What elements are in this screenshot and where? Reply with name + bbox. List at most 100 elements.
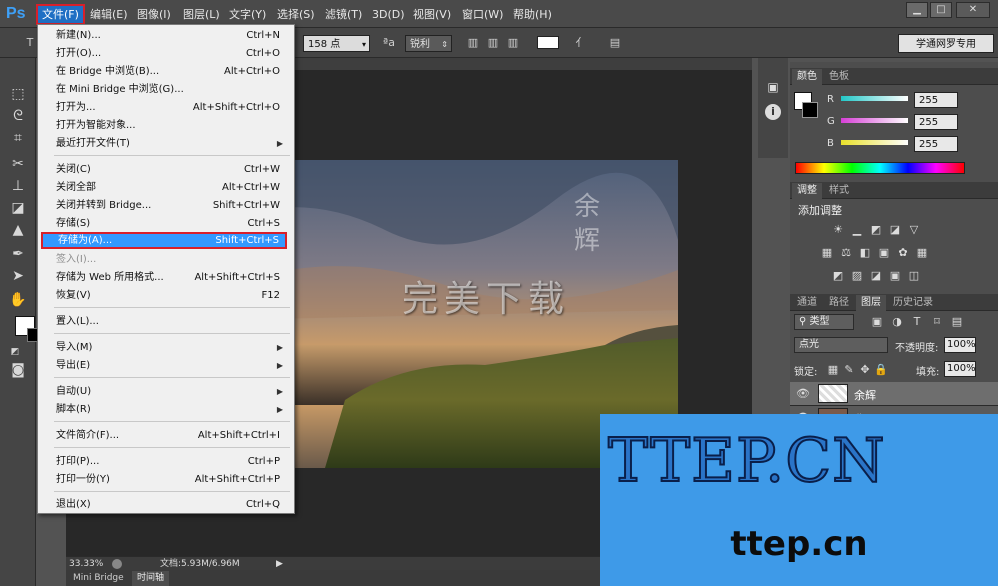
quick-mask-icon[interactable]: ◙	[6, 360, 30, 380]
invert-icon[interactable]: ◩	[831, 270, 845, 282]
status-info-icon[interactable]	[112, 559, 122, 569]
brightness-icon[interactable]: ☀	[831, 224, 845, 236]
filter-pixel-icon[interactable]: ▣	[870, 316, 884, 328]
status-arrow-icon[interactable]: ▶	[276, 557, 283, 571]
menu-exit[interactable]: 退出(X) Ctrl+Q	[56, 496, 288, 513]
menu-print-one[interactable]: 打印一份(Y) Alt+Shift+Ctrl+P	[56, 471, 288, 488]
menu-import[interactable]: 导入(M) ▶	[56, 339, 288, 356]
align-left-icon[interactable]: ▥	[465, 36, 481, 50]
tab-paths[interactable]: 路径	[824, 295, 854, 311]
menu-open[interactable]: 打开(O)... Ctrl+O	[56, 45, 288, 62]
character-panel-icon[interactable]: ▤	[607, 36, 623, 50]
menu-select[interactable]: 选择(S)	[273, 6, 319, 24]
minimize-button[interactable]: ▁	[906, 2, 928, 18]
lock-position-icon[interactable]: ✥	[858, 364, 872, 376]
tab-adjustments[interactable]: 调整	[792, 183, 822, 199]
tab-history[interactable]: 历史记录	[888, 295, 938, 311]
maximize-button[interactable]: □	[930, 2, 952, 18]
menu-print[interactable]: 打印(P)... Ctrl+P	[56, 453, 288, 470]
filter-smart-icon[interactable]: ▤	[950, 316, 964, 328]
exposure-icon[interactable]: ◪	[888, 224, 902, 236]
color-panel-background[interactable]	[802, 102, 818, 118]
filter-adjustment-icon[interactable]: ◑	[890, 316, 904, 328]
opacity-field[interactable]: 100%	[944, 337, 976, 353]
menu-open-smart-object[interactable]: 打开为智能对象...	[56, 117, 288, 134]
menu-layer[interactable]: 图层(L)	[179, 6, 224, 24]
filter-type-icon[interactable]: T	[910, 316, 924, 328]
eye-icon[interactable]: 👁	[796, 387, 810, 400]
blend-mode-select[interactable]: 点光	[794, 337, 888, 353]
posterize-icon[interactable]: ▨	[850, 270, 864, 282]
menu-recent-files[interactable]: 最近打开文件(T) ▶	[56, 135, 288, 152]
menu-3d[interactable]: 3D(D)	[368, 6, 409, 24]
channel-r-value[interactable]: 255	[914, 92, 958, 108]
tab-layers[interactable]: 图层	[856, 295, 886, 311]
menu-new[interactable]: 新建(N)... Ctrl+N	[56, 27, 288, 44]
tab-channels[interactable]: 通道	[792, 295, 822, 311]
menu-file[interactable]: 文件(F)	[36, 4, 85, 25]
tab-styles[interactable]: 样式	[824, 183, 854, 199]
channel-g-value[interactable]: 255	[914, 114, 958, 130]
menu-image[interactable]: 图像(I)	[133, 6, 175, 24]
menu-view[interactable]: 视图(V)	[409, 6, 455, 24]
font-size-field[interactable]: 158 点 ▾	[303, 35, 370, 52]
tab-timeline[interactable]: 时间轴	[132, 571, 170, 586]
hue-icon[interactable]: ▦	[820, 247, 834, 259]
menu-scripts[interactable]: 脚本(R) ▶	[56, 401, 288, 418]
lock-transparent-icon[interactable]: ▦	[826, 364, 840, 376]
layer-name[interactable]: 余辉	[854, 387, 876, 403]
menu-save-for-web[interactable]: 存储为 Web 所用格式... Alt+Shift+Ctrl+S	[56, 269, 288, 286]
menu-window[interactable]: 窗口(W)	[458, 6, 507, 24]
menu-open-as[interactable]: 打开为... Alt+Shift+Ctrl+O	[56, 99, 288, 116]
align-right-icon[interactable]: ▥	[505, 36, 521, 50]
photo-filter-icon[interactable]: ▣	[877, 247, 891, 259]
bw-icon[interactable]: ◧	[858, 247, 872, 259]
zoom-level[interactable]: 33.33%	[69, 557, 103, 571]
tab-mini-bridge[interactable]: Mini Bridge	[68, 571, 129, 586]
eraser-tool-icon[interactable]: ◪	[6, 198, 30, 218]
layer-row[interactable]: 👁 余辉	[790, 382, 998, 406]
menu-close-go-bridge[interactable]: 关闭并转到 Bridge... Shift+Ctrl+W	[56, 197, 288, 214]
lock-pixels-icon[interactable]: ✎	[842, 364, 856, 376]
menu-file-info[interactable]: 文件简介(F)... Alt+Shift+Ctrl+I	[56, 427, 288, 444]
selective-color-icon[interactable]: ◫	[907, 270, 921, 282]
menu-close[interactable]: 关闭(C) Ctrl+W	[56, 161, 288, 178]
marquee-tool-icon[interactable]: ⬚	[6, 84, 30, 104]
antialias-select[interactable]: 锐利 ⇕	[405, 35, 452, 52]
path-selection-icon[interactable]: ➤	[6, 266, 30, 286]
lock-all-icon[interactable]: 🔒	[874, 364, 888, 376]
vibrance-icon[interactable]: ▽	[907, 224, 921, 236]
warp-text-icon[interactable]: ⺅	[573, 36, 589, 50]
color-balance-icon[interactable]: ⚖	[839, 247, 853, 259]
channel-g-slider[interactable]	[841, 118, 908, 123]
channel-b-value[interactable]: 255	[914, 136, 958, 152]
menu-help[interactable]: 帮助(H)	[509, 6, 556, 24]
tab-color[interactable]: 颜色	[792, 69, 822, 85]
menu-save-as[interactable]: 存储为(A)... Shift+Ctrl+S	[41, 232, 287, 249]
history-panel-icon[interactable]: ▣	[765, 80, 781, 96]
healing-tool-icon[interactable]: ✂	[6, 154, 30, 174]
menu-close-all[interactable]: 关闭全部 Alt+Ctrl+W	[56, 179, 288, 196]
menu-export[interactable]: 导出(E) ▶	[56, 357, 288, 374]
stamp-tool-icon[interactable]: ⊥	[6, 176, 30, 196]
blur-tool-icon[interactable]: ▲	[6, 220, 30, 240]
color-lookup-icon[interactable]: ▦	[915, 247, 929, 259]
gradient-map-icon[interactable]: ▣	[888, 270, 902, 282]
default-colors-icon[interactable]: ◩	[8, 342, 22, 362]
menu-revert[interactable]: 恢复(V) F12	[56, 287, 288, 304]
menu-automate[interactable]: 自动(U) ▶	[56, 383, 288, 400]
tab-swatches[interactable]: 色板	[824, 69, 854, 85]
info-icon[interactable]: i	[765, 104, 781, 120]
levels-icon[interactable]: ▁	[850, 224, 864, 236]
menu-browse-bridge[interactable]: 在 Bridge 中浏览(B)... Alt+Ctrl+O	[56, 63, 288, 80]
lasso-tool-icon[interactable]: ᘓ	[6, 106, 30, 126]
filter-shape-icon[interactable]: ⌑	[930, 316, 944, 328]
menu-browse-mini-bridge[interactable]: 在 Mini Bridge 中浏览(G)...	[56, 81, 288, 98]
menu-save[interactable]: 存储(S) Ctrl+S	[56, 215, 288, 232]
layer-filter-select[interactable]: ⚲ 类型	[794, 314, 854, 330]
channel-mixer-icon[interactable]: ✿	[896, 247, 910, 259]
menu-edit[interactable]: 编辑(E)	[86, 6, 132, 24]
curves-icon[interactable]: ◩	[869, 224, 883, 236]
fill-field[interactable]: 100%	[944, 361, 976, 377]
text-color-swatch[interactable]	[537, 36, 559, 49]
